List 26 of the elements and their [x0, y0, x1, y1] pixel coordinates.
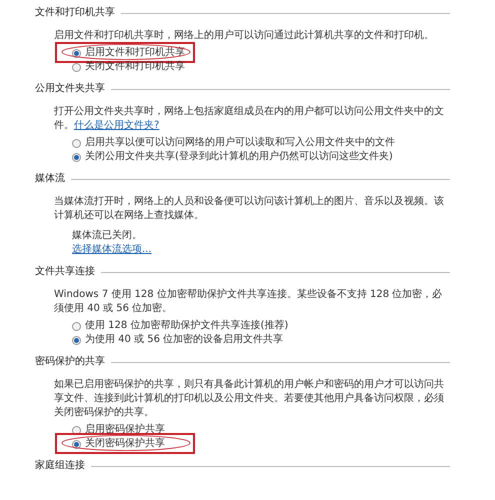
- section-title: 家庭组连接: [35, 459, 85, 473]
- description-text: 如果已启用密码保护的共享，则只有具备此计算机的用户帐户和密码的用户才可以访问共享文件、连接到此计算机的打印机以及公用文件夹。若要使其他用户具备访问权限，必须关闭密码保护的共享。: [53, 378, 445, 420]
- help-link[interactable]: 什么是公用文件夹?: [74, 120, 160, 131]
- section-title: 媒体流: [35, 172, 65, 186]
- section-title: 密码保护的共享: [35, 355, 105, 369]
- option-label[interactable]: 关闭公用文件夹共享(登录到此计算机的用户仍然可以访问这些文件夹): [85, 150, 393, 164]
- radio-button[interactable]: [72, 322, 81, 330]
- radio-button[interactable]: [72, 152, 81, 162]
- option-label[interactable]: 使用 128 位加密帮助保护文件共享连接(推荐): [85, 319, 288, 333]
- section-title: 文件和打印机共享: [35, 6, 115, 20]
- option-label[interactable]: 启用密码保护共享: [85, 423, 165, 437]
- option-label[interactable]: 关闭文件和打印机共享: [85, 60, 185, 74]
- status-text: 媒体流已关闭。: [71, 229, 143, 243]
- description-text: Windows 7 使用 128 位加密帮助保护文件共享连接。某些设备不支持 128 位加密，必须使用 40 或 56 位加密。: [53, 288, 444, 316]
- radio-button[interactable]: [72, 48, 81, 58]
- section-title: 公用文件夹共享: [35, 82, 105, 96]
- radio-button[interactable]: [72, 440, 81, 448]
- section-title: 文件共享连接: [35, 265, 95, 279]
- description-text: 当媒体流打开时，网络上的人员和设备便可以访问该计算机上的图片、音乐以及视频。该计算机还可以在网络上查找媒体。: [53, 195, 445, 223]
- description-text: 打开公用文件夹共享时，网络上包括家庭组成员在内的用户都可以访问公用文件夹中的文件。什么是公用文件夹?: [53, 105, 445, 133]
- radio-button[interactable]: [72, 336, 81, 344]
- option-label[interactable]: 为使用 40 或 56 位加密的设备启用文件共享: [85, 333, 284, 347]
- radio-button[interactable]: [72, 138, 81, 148]
- options-link[interactable]: 选择媒体流选项...: [72, 244, 152, 255]
- option-label[interactable]: 启用共享以便可以访问网络的用户可以读取和写入公用文件夹中的文件: [85, 136, 395, 150]
- description-text: 启用文件和打印机共享时，网络上的用户可以访问通过此计算机共享的文件和打印机。: [53, 29, 435, 43]
